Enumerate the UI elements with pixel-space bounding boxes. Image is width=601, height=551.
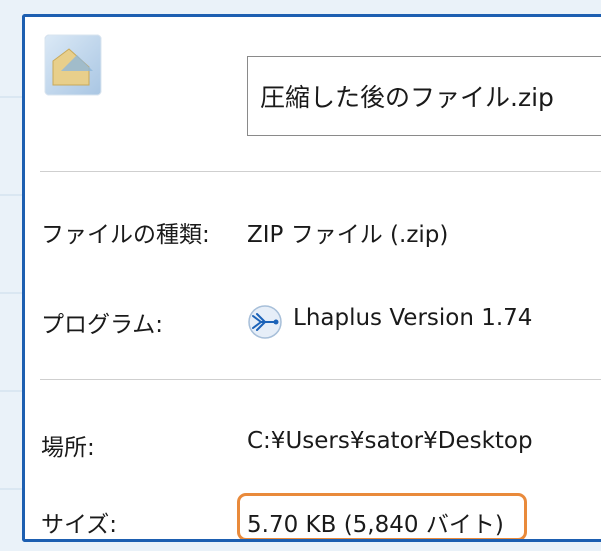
separator [40, 171, 601, 172]
location-label: 場所: [41, 435, 95, 461]
file-name-field[interactable]: 圧縮した後のファイル.zip [247, 56, 601, 136]
file-type-value: ZIP ファイル (.zip) [247, 222, 449, 248]
lhaplus-icon [248, 305, 282, 339]
file-type-label: ファイルの種類: [41, 222, 210, 248]
separator [40, 379, 601, 380]
program-value: Lhaplus Version 1.74 [293, 305, 533, 331]
location-value: C:¥Users¥sator¥Desktop [247, 428, 533, 454]
size-label: サイズ: [41, 512, 118, 538]
program-label: プログラム: [41, 312, 164, 338]
properties-panel: 圧縮した後のファイル.zip ファイルの種類: ZIP ファイル (.zip) … [22, 14, 601, 542]
size-highlight-box [237, 493, 527, 539]
zip-folder-icon [44, 34, 102, 96]
